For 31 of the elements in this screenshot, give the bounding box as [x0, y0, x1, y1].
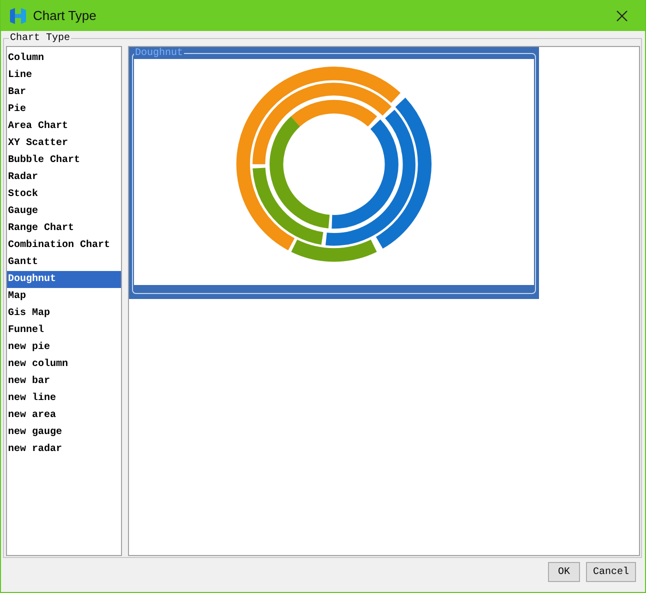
- chart-type-item[interactable]: XY Scatter: [7, 135, 121, 152]
- chart-type-item[interactable]: Gauge: [7, 203, 121, 220]
- close-icon: [616, 10, 628, 22]
- chart-type-item[interactable]: Area Chart: [7, 118, 121, 135]
- chart-type-item[interactable]: Stock: [7, 186, 121, 203]
- ok-button[interactable]: OK: [548, 562, 580, 582]
- chart-type-item[interactable]: Bubble Chart: [7, 152, 121, 169]
- chart-type-item[interactable]: Range Chart: [7, 220, 121, 237]
- chart-type-item[interactable]: Doughnut: [7, 271, 121, 288]
- chart-type-item[interactable]: Bar: [7, 84, 121, 101]
- chart-type-item[interactable]: Map: [7, 288, 121, 305]
- chart-type-item[interactable]: Pie: [7, 101, 121, 118]
- chart-type-item[interactable]: Combination Chart: [7, 237, 121, 254]
- chart-type-item[interactable]: Gantt: [7, 254, 121, 271]
- chart-type-item[interactable]: Funnel: [7, 322, 121, 339]
- chart-type-item[interactable]: new area: [7, 407, 121, 424]
- app-logo-icon: [9, 6, 27, 24]
- chart-type-item[interactable]: Line: [7, 67, 121, 84]
- chart-type-item[interactable]: Column: [7, 50, 121, 67]
- preview-title: Doughnut: [134, 48, 184, 59]
- cancel-button[interactable]: Cancel: [586, 562, 636, 582]
- chart-type-item[interactable]: new gauge: [7, 424, 121, 441]
- chart-type-item[interactable]: new line: [7, 390, 121, 407]
- chart-type-item[interactable]: new bar: [7, 373, 121, 390]
- chart-type-item[interactable]: new radar: [7, 441, 121, 458]
- window-title: Chart Type: [33, 8, 98, 23]
- group-title: Chart Type: [9, 33, 72, 44]
- chart-type-item[interactable]: Gis Map: [7, 305, 121, 322]
- chart-type-item[interactable]: new pie: [7, 339, 121, 356]
- chart-type-item[interactable]: new column: [7, 356, 121, 373]
- chart-type-item[interactable]: Radar: [7, 169, 121, 186]
